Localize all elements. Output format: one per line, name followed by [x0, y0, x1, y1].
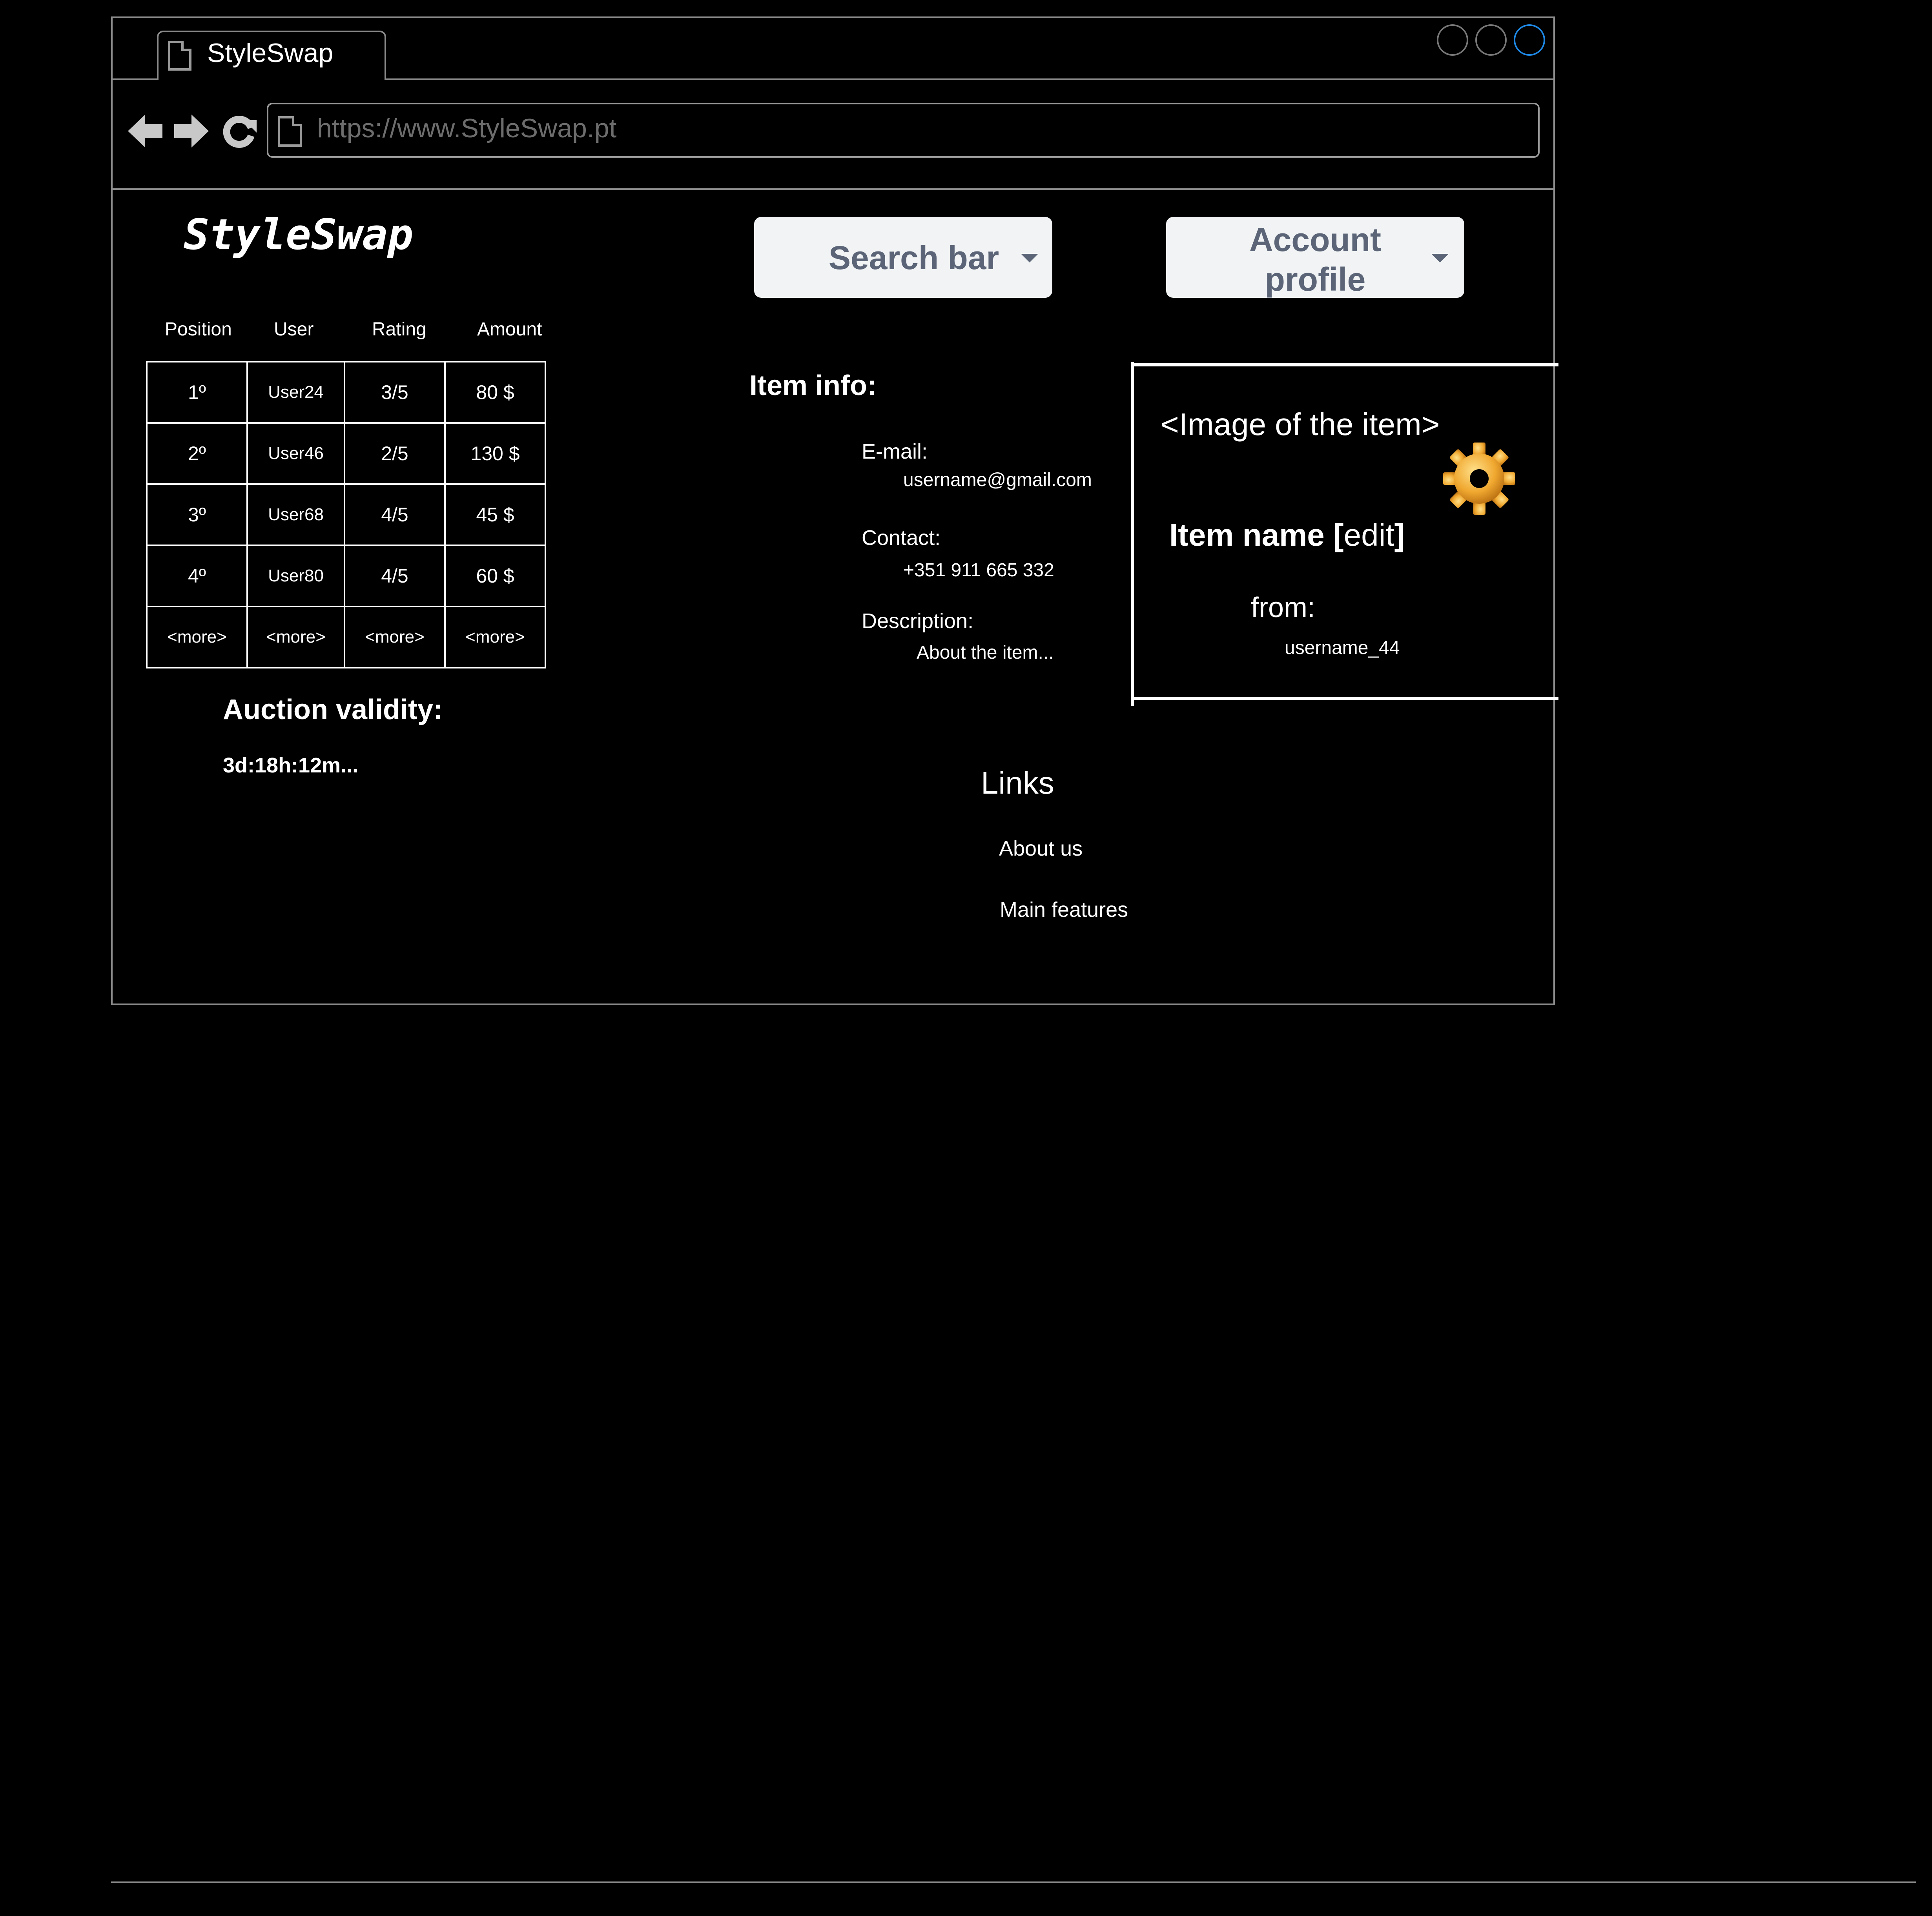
about-us-link[interactable]: About us: [999, 836, 1083, 861]
cell-position: 3º: [146, 483, 248, 546]
gear-icon[interactable]: [1440, 439, 1518, 518]
cell-position: 4º: [146, 545, 248, 607]
table-row: 4º User80 4/5 60 $: [146, 545, 546, 607]
url-text[interactable]: https://www.StyleSwap.pt: [317, 113, 616, 144]
item-name-edit-link[interactable]: edit: [1344, 517, 1394, 552]
item-info-title: Item info:: [749, 370, 877, 401]
more-link[interactable]: <more>: [444, 606, 546, 668]
more-link[interactable]: <more>: [146, 606, 248, 668]
cell-amount: 60 $: [444, 545, 546, 607]
cell-rating: 3/5: [344, 361, 446, 424]
cell-amount: 80 $: [444, 361, 546, 424]
description-label: Description:: [862, 609, 974, 633]
auction-time-left: 3d:18h:12m...: [223, 754, 359, 777]
cell-user[interactable]: User24: [246, 361, 345, 424]
cell-position: 1º: [146, 361, 248, 424]
table-row: 3º User68 4/5 45 $: [146, 483, 546, 546]
table-row: 1º User24 3/5 80 $: [146, 361, 546, 424]
account-profile-button[interactable]: Account profile: [1166, 217, 1464, 298]
chevron-down-icon: [1431, 254, 1449, 262]
cell-amount: 130 $: [444, 422, 546, 485]
item-name-bracket: ]: [1394, 517, 1405, 552]
cell-rating: 4/5: [344, 545, 446, 607]
maximize-button[interactable]: [1475, 24, 1507, 56]
cell-user[interactable]: User80: [246, 545, 345, 607]
toolbar-divider: [111, 188, 1555, 190]
cell-amount: 45 $: [444, 483, 546, 546]
page-icon: [168, 41, 191, 71]
search-bar-label: Search bar: [829, 239, 999, 276]
auction-validity-title: Auction validity:: [223, 694, 443, 725]
main-features-link[interactable]: Main features: [1000, 898, 1128, 922]
site-logo[interactable]: StyleSwap: [184, 210, 413, 259]
cell-user[interactable]: User46: [246, 422, 345, 485]
description-value: About the item...: [917, 642, 1054, 663]
reload-icon[interactable]: [221, 112, 258, 150]
item-image-placeholder: <Image of the item>: [1161, 407, 1440, 442]
from-label: from:: [1251, 592, 1316, 623]
email-value: username@gmail.com: [903, 470, 1092, 490]
links-title: Links: [981, 765, 1054, 800]
item-owner[interactable]: username_44: [1285, 637, 1400, 659]
item-name: Item name [edit]: [1169, 517, 1405, 553]
contact-value: +351 911 665 332: [903, 560, 1054, 581]
ranking-table: 1º User24 3/5 80 $ 2º User46 2/5 130 $ 3…: [146, 361, 546, 668]
url-page-icon: [278, 116, 302, 147]
tab-title: StyleSwap: [207, 38, 334, 68]
cell-position: 2º: [146, 422, 248, 485]
account-label-line1: Account: [1249, 221, 1381, 258]
table-row: 2º User46 2/5 130 $: [146, 422, 546, 485]
search-bar-button[interactable]: Search bar: [754, 217, 1052, 298]
cell-rating: 4/5: [344, 483, 446, 546]
more-link[interactable]: <more>: [344, 606, 446, 668]
header-position: Position: [165, 319, 232, 340]
cell-rating: 2/5: [344, 422, 446, 485]
header-user: User: [274, 319, 314, 340]
account-profile-label: Account profile: [1225, 220, 1405, 299]
forward-arrow-icon[interactable]: [173, 111, 210, 151]
email-label: E-mail:: [862, 440, 928, 463]
contact-label: Contact:: [862, 526, 941, 550]
back-arrow-icon[interactable]: [126, 111, 164, 151]
minimize-button[interactable]: [1437, 24, 1468, 56]
cell-user[interactable]: User68: [246, 483, 345, 546]
header-rating: Rating: [372, 319, 426, 340]
bottom-divider: [111, 1881, 1916, 1883]
header-amount: Amount: [477, 319, 542, 340]
close-button[interactable]: [1514, 24, 1545, 56]
item-name-text: Item name [: [1169, 517, 1344, 552]
table-row: <more> <more> <more> <more>: [146, 606, 546, 668]
chevron-down-icon: [1021, 254, 1038, 262]
more-link[interactable]: <more>: [246, 606, 345, 668]
account-label-line2: profile: [1265, 260, 1366, 298]
